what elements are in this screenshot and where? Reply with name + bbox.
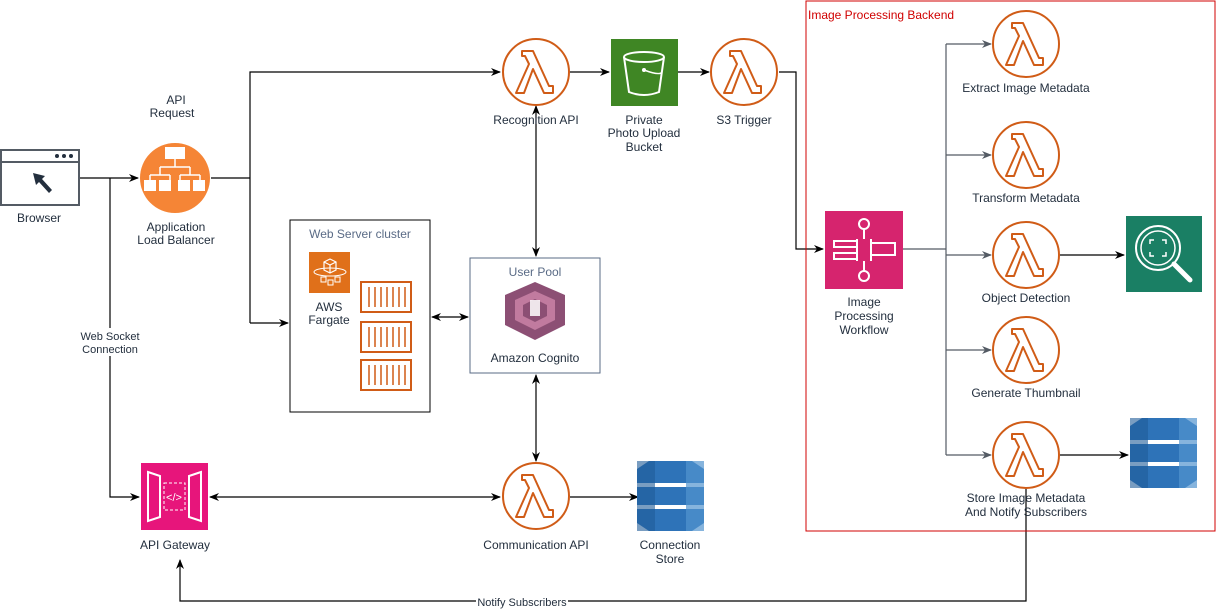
svg-text:Web Socket: Web Socket — [80, 331, 139, 343]
lambda-store-metadata[interactable]: Store Image Metadata And Notify Subscrib… — [965, 421, 1087, 519]
lambda-label: Extract Image Metadata — [962, 81, 1090, 95]
communication-api-node[interactable]: Communication API — [483, 462, 589, 552]
notify-subscribers-label: Notify Subscribers — [476, 596, 568, 609]
api-gateway-icon: </> — [141, 463, 208, 530]
recognition-api-node[interactable]: Recognition API — [493, 38, 579, 127]
lambda-label: Store Image Metadata — [967, 491, 1086, 505]
user-pool-title: User Pool — [509, 265, 562, 279]
lambda-label: Generate Thumbnail — [971, 386, 1080, 400]
fargate-icon — [309, 252, 350, 293]
connection-store-node[interactable]: Connection Store — [637, 461, 704, 566]
dynamodb-icon — [637, 461, 704, 531]
workflow-label: Image — [847, 295, 881, 309]
user-pool-group[interactable]: User Pool Amazon Cognito — [469, 257, 601, 374]
lambda-icon — [992, 421, 1060, 489]
svg-text:Notify Subscribers: Notify Subscribers — [477, 597, 567, 609]
metadata-dynamodb-node[interactable] — [1130, 418, 1197, 488]
lambda-icon — [992, 316, 1060, 384]
s3-trigger-node[interactable]: S3 Trigger — [710, 38, 778, 127]
lambda-icon — [710, 38, 778, 106]
rekognition-search-icon — [1126, 216, 1202, 292]
cluster-title: Web Server cluster — [309, 227, 411, 241]
lambda-label-2: And Notify Subscribers — [965, 505, 1087, 519]
lambda-icon — [992, 10, 1060, 78]
lambda-generate-thumbnail[interactable]: Generate Thumbnail — [971, 316, 1081, 400]
application-load-balancer-node[interactable]: Application Load Balancer — [137, 143, 215, 247]
s3-label-2: Photo Upload — [608, 126, 681, 140]
svg-text:Connection: Connection — [82, 344, 138, 356]
lambda-label: Object Detection — [982, 291, 1071, 305]
s3-trigger-label: S3 Trigger — [716, 113, 771, 127]
alb-label: Application — [147, 220, 206, 234]
workflow-label-2: Processing — [834, 309, 893, 323]
container-icon — [360, 359, 412, 391]
lambda-object-detection[interactable]: Object Detection — [982, 221, 1071, 305]
browser-label: Browser — [17, 211, 61, 225]
s3-bucket-node[interactable]: Private Photo Upload Bucket — [608, 39, 681, 154]
lambda-icon — [992, 121, 1060, 189]
dynamodb-icon — [1130, 418, 1197, 488]
fargate-label-2: Fargate — [308, 313, 350, 327]
cognito-label: Amazon Cognito — [491, 351, 580, 365]
api-gateway-label: API Gateway — [140, 538, 210, 552]
workflow-label-3: Workflow — [839, 323, 888, 337]
rekognition-node[interactable] — [1126, 216, 1202, 292]
alb-label-2: Load Balancer — [137, 233, 214, 247]
backend-title: Image Processing Backend — [808, 8, 954, 22]
load-balancer-icon — [140, 143, 210, 213]
lambda-icon — [992, 221, 1060, 289]
communication-api-label: Communication API — [483, 538, 588, 552]
svg-text:</>: </> — [166, 492, 182, 504]
s3-label-3: Bucket — [626, 140, 663, 154]
s3-bucket-icon — [611, 39, 678, 106]
container-icon — [360, 281, 412, 313]
image-processing-workflow-node[interactable]: Image Processing Workflow — [825, 211, 903, 337]
fargate-label: AWS — [316, 300, 343, 314]
s3-label: Private — [625, 113, 663, 127]
recognition-api-label: Recognition API — [493, 113, 578, 127]
lambda-label: Transform Metadata — [972, 191, 1080, 205]
connection-store-label: Connection — [640, 538, 701, 552]
step-functions-icon — [825, 211, 903, 289]
connection-store-label-2: Store — [656, 552, 685, 566]
lambda-icon — [502, 38, 570, 106]
api-request-label-2: Request — [150, 106, 195, 120]
web-server-cluster-group[interactable]: Web Server cluster AWS Fargate — [289, 219, 431, 413]
architecture-diagram: Image Processing Backend Browser API Req… — [0, 0, 1216, 609]
browser-node[interactable]: Browser — [0, 149, 80, 225]
lambda-transform-metadata[interactable]: Transform Metadata — [972, 121, 1080, 205]
lambda-extract-metadata[interactable]: Extract Image Metadata — [962, 10, 1090, 95]
web-socket-label: Web Socket Connection — [78, 328, 142, 356]
api-gateway-node[interactable]: </> API Gateway — [140, 463, 210, 552]
browser-window-icon — [0, 149, 80, 206]
lambda-icon — [502, 462, 570, 530]
container-icon — [360, 321, 412, 353]
api-request-label: API — [166, 93, 185, 107]
